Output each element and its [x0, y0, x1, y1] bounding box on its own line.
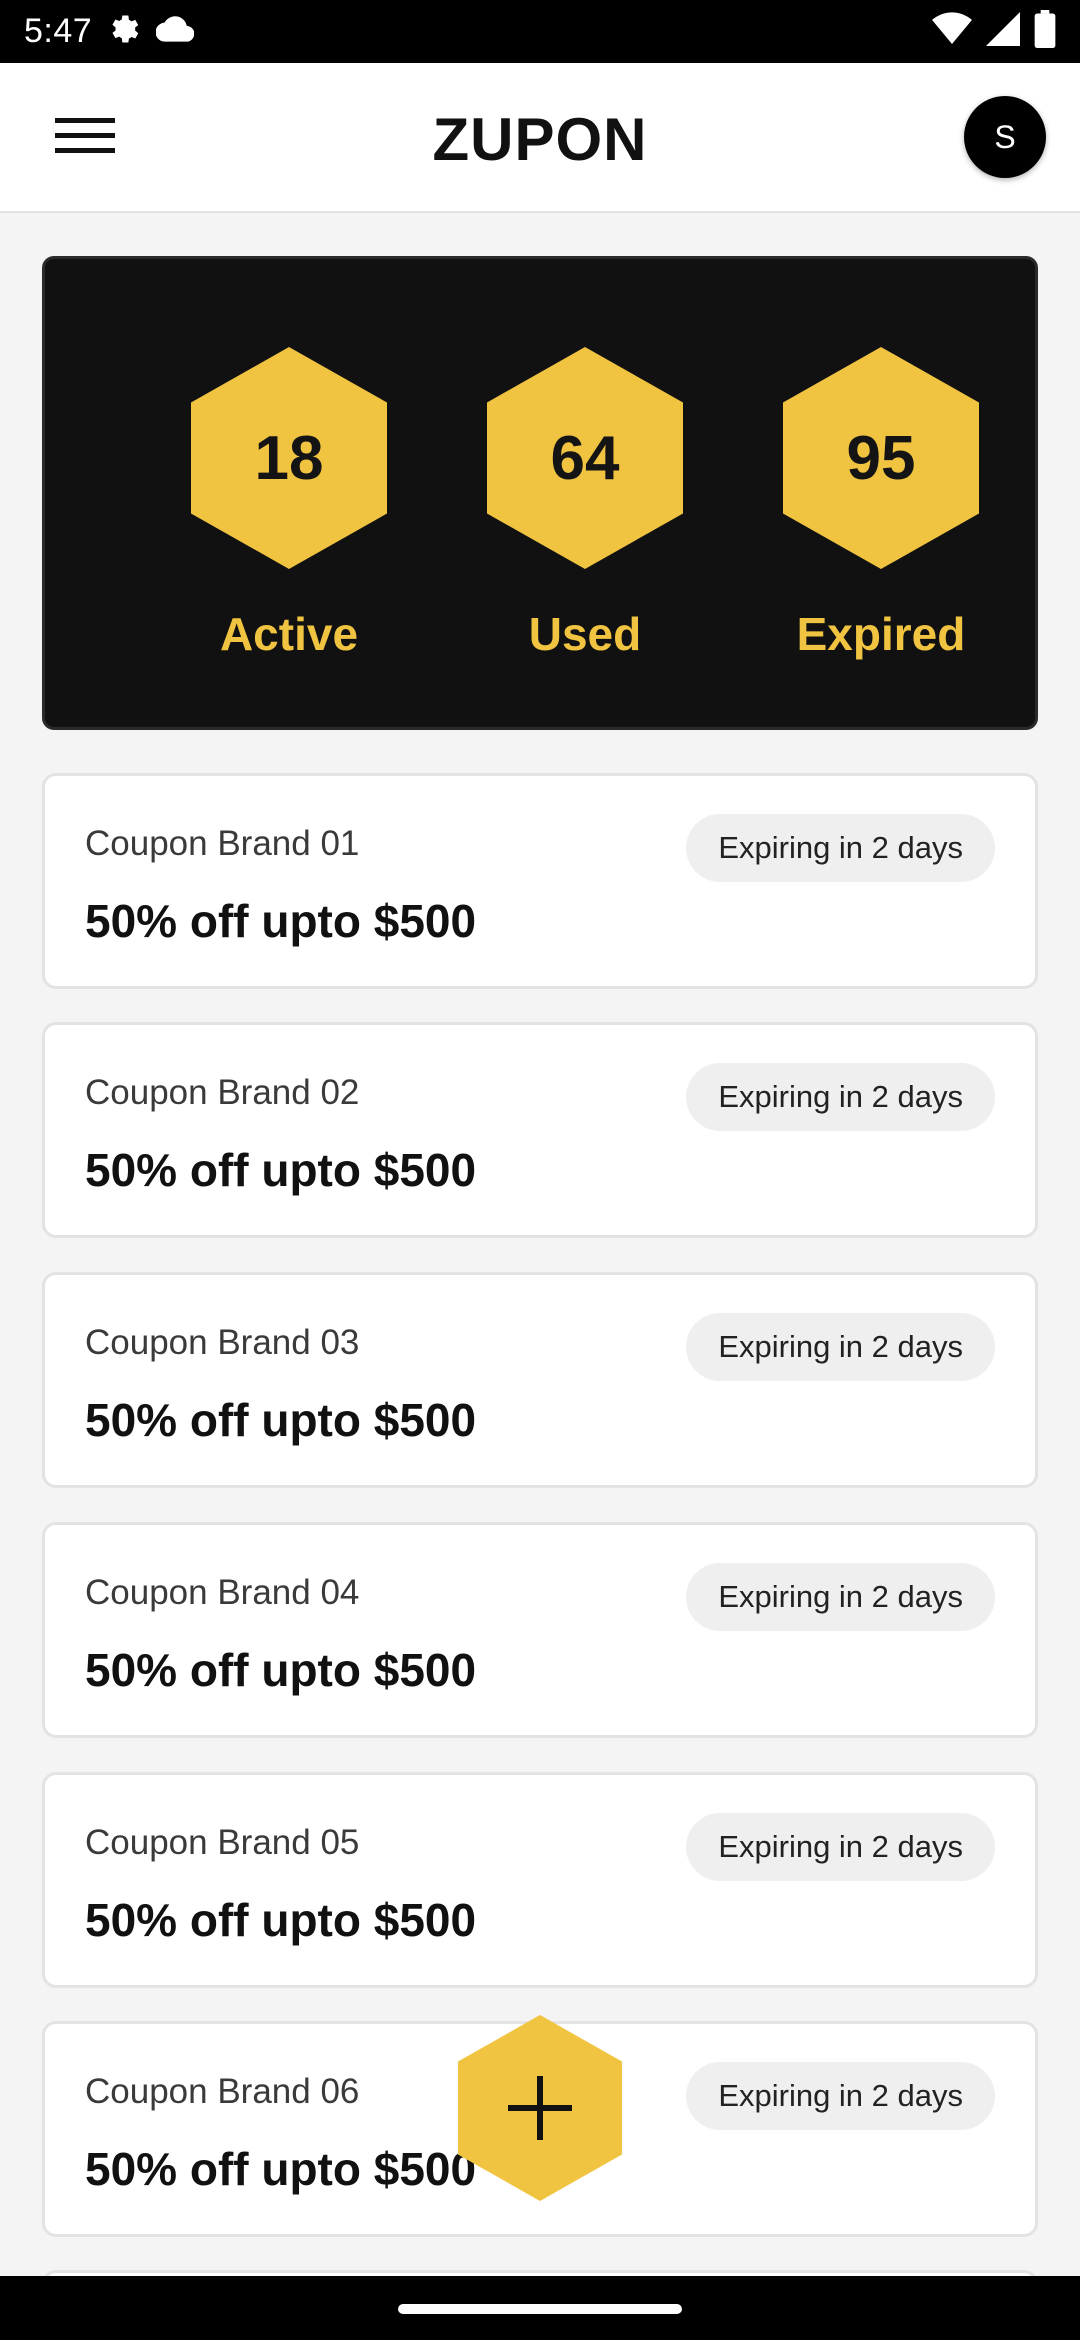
stat-value: 18 — [254, 423, 324, 493]
avatar-initial: S — [994, 118, 1016, 155]
status-left: 5:47 — [24, 11, 195, 52]
coupon-brand: Coupon Brand 05 — [85, 1823, 360, 1862]
coupon-card[interactable]: Coupon Brand 02 50% off upto $500 Expiri… — [42, 1022, 1038, 1238]
status-right — [932, 10, 1056, 53]
status-bar: 5:47 — [0, 0, 1080, 63]
stat-used[interactable]: 64 Used — [475, 347, 695, 677]
expiry-chip: Expiring in 2 days — [686, 2062, 995, 2130]
coupon-brand: Coupon Brand 06 — [85, 2072, 360, 2111]
stat-label: Used — [528, 608, 642, 660]
battery-icon — [1034, 10, 1056, 53]
settings-gear-icon — [106, 11, 142, 52]
cloud-icon — [155, 14, 195, 49]
coupon-offer: 50% off upto $500 — [85, 1644, 477, 1696]
hexagon-badge: 64 — [487, 347, 683, 569]
coupon-offer: 50% off upto $500 — [85, 1144, 477, 1196]
coupon-offer: 50% off upto $500 — [85, 895, 477, 947]
coupon-card[interactable]: Coupon Brand 05 50% off upto $500 Expiri… — [42, 1772, 1038, 1988]
stat-label: Active — [219, 608, 359, 660]
expiry-chip: Expiring in 2 days — [686, 1063, 995, 1131]
hexagon-badge: 18 — [191, 347, 387, 569]
add-coupon-button[interactable] — [458, 2015, 622, 2201]
coupon-offer: 50% off upto $500 — [85, 1894, 477, 1946]
expiry-chip: Expiring in 2 days — [686, 1563, 995, 1631]
app-title: ZUPON — [432, 106, 648, 173]
expiry-chip: Expiring in 2 days — [686, 1313, 995, 1381]
expiry-chip: Expiring in 2 days — [686, 814, 995, 882]
stats-panel: 18 Active 64 Used 95 Expired — [42, 256, 1038, 730]
stat-label: Expired — [796, 608, 966, 660]
coupon-brand: Coupon Brand 03 — [85, 1323, 360, 1362]
expiry-chip: Expiring in 2 days — [686, 1813, 995, 1881]
coupon-card[interactable]: Coupon Brand 03 50% off upto $500 Expiri… — [42, 1272, 1038, 1488]
status-time: 5:47 — [24, 12, 93, 50]
stat-expired[interactable]: 95 Expired — [771, 347, 991, 677]
avatar[interactable]: S — [964, 96, 1046, 178]
coupon-card[interactable]: Coupon Brand 01 50% off upto $500 Expiri… — [42, 773, 1038, 989]
cell-signal-icon — [986, 12, 1020, 51]
coupon-brand: Coupon Brand 01 — [85, 824, 360, 863]
navigation-bar — [0, 2276, 1080, 2340]
app-bar: ZUPON S — [0, 63, 1080, 213]
home-gesture-handle[interactable] — [398, 2304, 682, 2314]
wifi-icon — [932, 12, 972, 51]
coupon-offer: 50% off upto $500 — [85, 2143, 477, 2195]
hexagon-badge: 95 — [783, 347, 979, 569]
stat-value: 95 — [846, 423, 916, 493]
coupon-card[interactable]: Coupon Brand 04 50% off upto $500 Expiri… — [42, 1522, 1038, 1738]
coupon-brand: Coupon Brand 02 — [85, 1073, 360, 1112]
coupon-brand: Coupon Brand 04 — [85, 1573, 360, 1612]
stat-active[interactable]: 18 Active — [179, 347, 399, 677]
stat-value: 64 — [550, 423, 620, 493]
coupon-offer: 50% off upto $500 — [85, 1394, 477, 1446]
